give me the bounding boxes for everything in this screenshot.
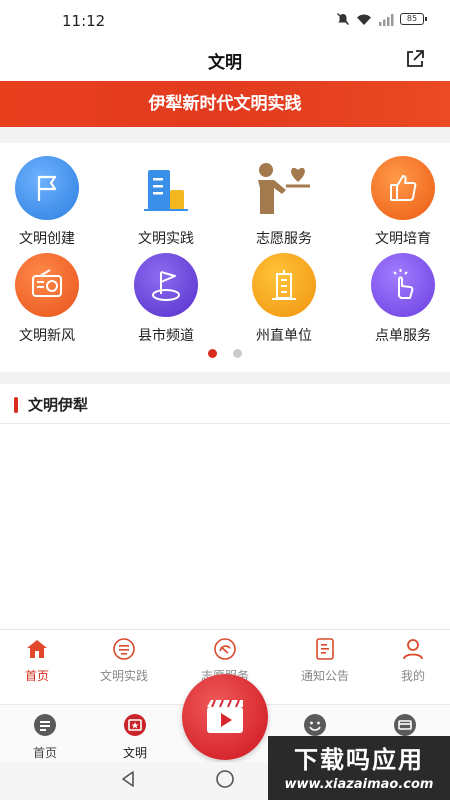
- watermark-sub: www.xiazaimao.com: [284, 777, 434, 792]
- page-dot-active[interactable]: [208, 349, 217, 358]
- tab-wenming-shijian[interactable]: 文明实践: [79, 638, 169, 684]
- grid-label: 州直单位: [256, 328, 312, 344]
- app-tab-home[interactable]: 首页: [0, 713, 90, 761]
- grid-label: 县市频道: [138, 328, 194, 344]
- section-title: 文明伊犁: [28, 396, 89, 414]
- tower-icon: [252, 253, 316, 317]
- radio-icon: [15, 253, 79, 317]
- tab-home[interactable]: 首页: [0, 638, 82, 684]
- tab-label: 文明: [122, 746, 147, 760]
- signal-icon: [379, 13, 394, 26]
- watermark-main: 下载吗应用: [294, 746, 424, 774]
- app-tab-wenming[interactable]: 文明: [90, 713, 180, 761]
- app-header: 文明: [0, 42, 450, 80]
- thumbs-up-icon: [371, 156, 435, 220]
- tab-tongzhi-gonggao[interactable]: 通知公告: [280, 638, 370, 684]
- card-icon: [394, 714, 416, 736]
- home-chat-icon: [34, 714, 56, 736]
- page-dot[interactable]: [233, 349, 242, 358]
- grid-label: 点单服务: [375, 328, 431, 344]
- grid-item-wenming-peiyu[interactable]: 文明培育: [347, 156, 450, 248]
- tab-wode[interactable]: 我的: [368, 638, 450, 684]
- mute-bell-icon: [337, 13, 349, 25]
- grid-item-zhouzhi-danwei[interactable]: 州直单位: [228, 253, 340, 345]
- video-fab-button[interactable]: [182, 674, 268, 760]
- section-gap: [0, 127, 450, 143]
- new-era-icon: [113, 638, 135, 660]
- back-icon[interactable]: [118, 769, 138, 789]
- grid-item-wenming-chuangjian[interactable]: 文明创建: [0, 156, 103, 248]
- tab-label: 首页: [24, 669, 49, 683]
- tab-label: 通知公告: [300, 669, 349, 683]
- volunteer-icon: [252, 156, 316, 220]
- grid-item-xianshi-pindao[interactable]: 县市频道: [110, 253, 222, 345]
- grid-item-wenming-shijian[interactable]: 文明实践: [110, 156, 222, 248]
- grid-label: 志愿服务: [256, 231, 312, 247]
- tab-label: 文明实践: [99, 669, 148, 683]
- section-gap: [0, 372, 450, 384]
- map-flag-icon: [134, 253, 198, 317]
- divider: [0, 423, 450, 424]
- home-icon: [27, 640, 47, 658]
- building-icon: [134, 156, 198, 220]
- battery-icon: 85: [400, 13, 427, 25]
- wifi-icon: [357, 14, 371, 25]
- watermark: 下载吗应用 www.xiazaimao.com: [268, 736, 450, 800]
- home-nav-icon[interactable]: [215, 769, 235, 789]
- video-play-icon: [207, 699, 243, 733]
- grid-item-wenming-xinfeng[interactable]: 文明新风: [0, 253, 103, 345]
- grid-label: 文明实践: [138, 231, 194, 247]
- grid-label: 文明新风: [19, 328, 75, 344]
- grid-label: 文明培育: [375, 231, 431, 247]
- section-accent-bar: [14, 396, 18, 413]
- tap-icon: [371, 253, 435, 317]
- smile-icon: [304, 714, 326, 736]
- page-title: 文明: [208, 53, 242, 73]
- profile-icon: [403, 639, 423, 660]
- flag-icon: [15, 156, 79, 220]
- tab-label: 我的: [400, 669, 425, 683]
- banner[interactable]: 伊犁新时代文明实践: [0, 81, 450, 127]
- share-icon[interactable]: [404, 48, 426, 70]
- status-bar: 11:12 85: [0, 0, 450, 42]
- tab-label: 首页: [32, 746, 57, 760]
- grid-item-zhiyuan-fuwu[interactable]: 志愿服务: [228, 156, 340, 248]
- grid-label: 文明创建: [19, 231, 75, 247]
- status-icons: 85: [336, 12, 427, 26]
- civilization-icon: [124, 714, 146, 736]
- volunteer-service-icon: [214, 638, 236, 660]
- notice-icon: [316, 638, 334, 660]
- page-indicator: [0, 349, 450, 358]
- status-time: 11:12: [62, 12, 106, 30]
- grid-item-diandan-fuwu[interactable]: 点单服务: [347, 253, 450, 345]
- section-header: 文明伊犁: [14, 394, 88, 415]
